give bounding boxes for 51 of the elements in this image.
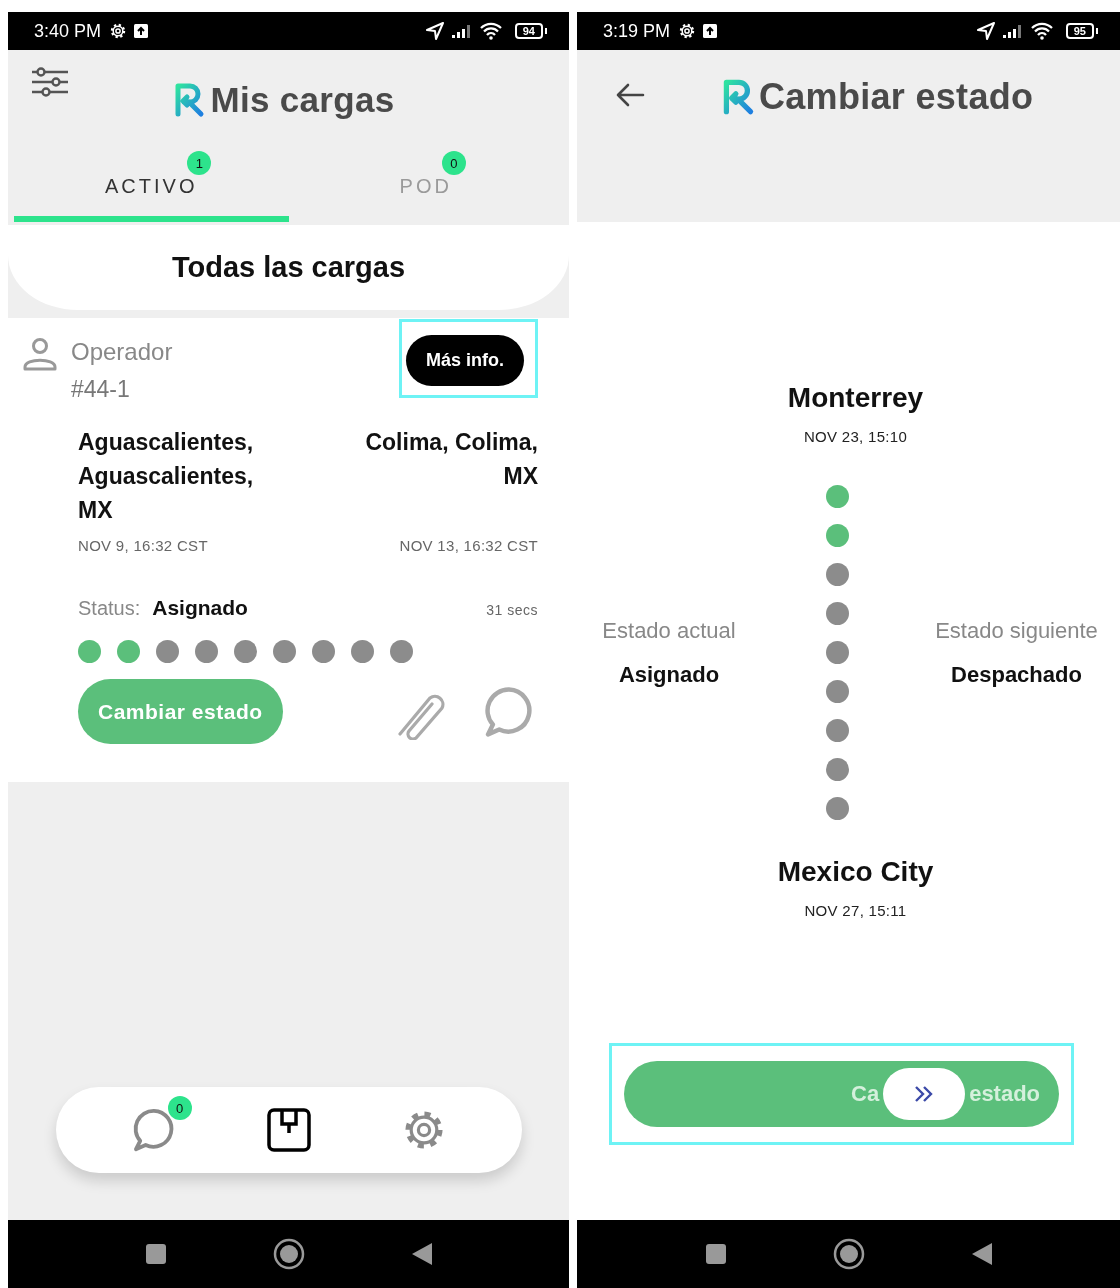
filter-icon[interactable]	[30, 66, 70, 98]
signal-icon	[1001, 23, 1024, 39]
destination-city: Mexico City	[776, 856, 934, 888]
gear-icon	[678, 22, 697, 40]
status-time: 3:19 PM	[603, 20, 671, 42]
current-state-value: Asignado	[618, 661, 720, 688]
upload-icon	[702, 23, 719, 39]
home-button[interactable]	[272, 1238, 305, 1270]
destination-date: NOV 27, 15:11	[803, 902, 907, 919]
origin-place: Aguascalientes, Aguascalientes, MX	[78, 428, 255, 525]
home-button[interactable]	[832, 1238, 865, 1270]
recents-button[interactable]	[704, 1243, 727, 1265]
origin-city: Monterrey	[786, 382, 924, 414]
wifi-icon	[1029, 22, 1054, 40]
page-title: Cambiar estado	[759, 76, 1034, 118]
next-state-value: Despachado	[951, 661, 1082, 688]
back-arrow-icon[interactable]	[615, 82, 645, 108]
destination-place: Colima, Colima, MX	[364, 428, 538, 491]
slider-thumb[interactable]	[883, 1068, 966, 1120]
navigation-icon	[975, 21, 996, 41]
origin-date: NOV 23, 15:10	[802, 428, 908, 445]
user-icon	[22, 336, 58, 372]
status-value: Asignado	[152, 596, 248, 620]
slider-label: Ca	[851, 1081, 880, 1107]
gear-icon	[109, 22, 128, 40]
next-state-label: Estado siguiente	[935, 617, 1098, 644]
back-button[interactable]	[410, 1242, 433, 1266]
current-state-label: Estado actual	[602, 617, 736, 644]
upload-icon	[133, 23, 150, 39]
slider-label: estado	[969, 1081, 1041, 1107]
operator-label: Operador	[71, 338, 173, 366]
count-badge: 0	[167, 1096, 192, 1120]
status-label: Status:	[78, 597, 141, 620]
elapsed-time: 31 secs	[486, 602, 538, 618]
operator-id: #44-1	[71, 376, 131, 403]
tab[interactable]: POD 0	[288, 150, 563, 222]
box-icon[interactable]	[265, 1107, 312, 1153]
status-time: 3:40 PM	[34, 20, 102, 42]
section-title: Todas las cargas	[171, 251, 406, 284]
page-title: Mis cargas	[210, 80, 395, 120]
destination-date: NOV 13, 16:32 CST	[398, 537, 538, 554]
back-button[interactable]	[970, 1242, 993, 1266]
origin-date: NOV 9, 16:32 CST	[78, 537, 209, 554]
more-info-button[interactable]: Más info.	[406, 335, 524, 386]
count-badge: 1	[187, 151, 212, 175]
navigation-icon	[424, 21, 445, 41]
signal-icon	[450, 23, 473, 39]
count-badge: 0	[441, 151, 466, 175]
recents-button[interactable]	[144, 1243, 167, 1265]
tab[interactable]: ACTIVO 1	[14, 150, 289, 222]
wifi-icon	[478, 22, 503, 40]
